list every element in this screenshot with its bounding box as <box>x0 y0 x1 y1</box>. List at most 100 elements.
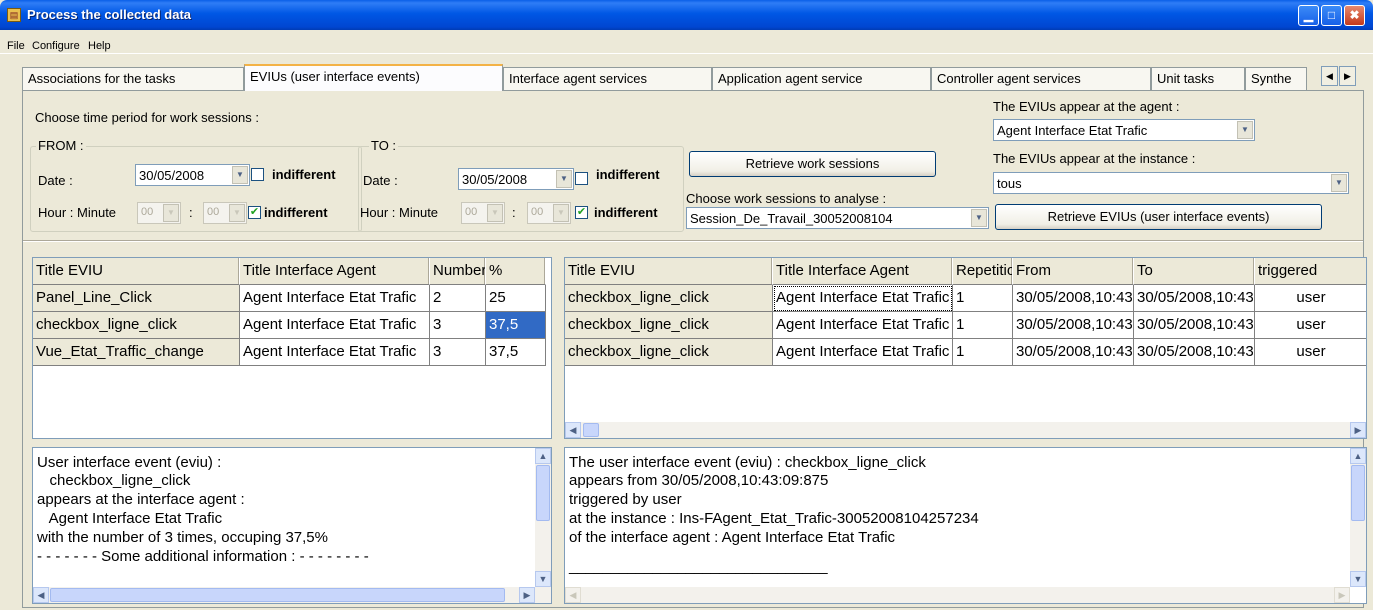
table-cell[interactable]: 3 <box>430 312 486 339</box>
column-header-to[interactable]: To <box>1134 258 1255 285</box>
table-cell[interactable]: 30/05/2008,10:43 <box>1134 339 1255 366</box>
scroll-down-icon[interactable]: ▼ <box>1350 571 1366 587</box>
scroll-left-icon[interactable]: ◀ <box>565 587 581 603</box>
table-cell[interactable]: 30/05/2008,10:43 <box>1134 312 1255 339</box>
scroll-thumb[interactable] <box>50 588 505 602</box>
tab-scroll-left-icon[interactable]: ◀ <box>1321 66 1338 86</box>
maximize-button[interactable]: □ <box>1321 5 1342 26</box>
minimize-button[interactable]: ▁ <box>1298 5 1319 26</box>
table-cell[interactable]: 1 <box>953 339 1013 366</box>
table-row-header[interactable]: checkbox_ligne_click <box>33 312 240 339</box>
table-cell[interactable]: 30/05/2008,10:43 <box>1013 312 1134 339</box>
tab-scroll-right-icon[interactable]: ▶ <box>1339 66 1356 86</box>
column-header-triggered[interactable]: triggered <box>1255 258 1366 285</box>
column-header-number[interactable]: Number <box>430 258 486 285</box>
table-cell-focused[interactable]: Agent Interface Etat Trafic <box>773 285 953 312</box>
table-cell[interactable]: 30/05/2008,10:43 <box>1013 339 1134 366</box>
table-cell[interactable]: user <box>1255 285 1366 312</box>
table-cell[interactable]: Agent Interface Etat Trafic <box>773 339 953 366</box>
evius-detail-table[interactable]: Title EVIU Title Interface Agent Repetit… <box>564 257 1367 439</box>
chevron-down-icon[interactable]: ▼ <box>163 204 179 222</box>
tab-synthesis[interactable]: Synthe <box>1245 67 1307 90</box>
column-header-repetition[interactable]: Repetition <box>953 258 1013 285</box>
tab-evius[interactable]: EVIUs (user interface events) <box>244 64 503 91</box>
eviu-detail-text[interactable]: The user interface event (eviu) : checkb… <box>564 447 1367 604</box>
column-header-title-interface-agent[interactable]: Title Interface Agent <box>240 258 430 285</box>
scroll-thumb[interactable] <box>583 423 599 437</box>
table-cell[interactable]: 3 <box>430 339 486 366</box>
scroll-left-icon[interactable]: ◀ <box>565 422 581 438</box>
to-hour-indifferent-checkbox[interactable]: ✔ <box>575 206 588 219</box>
from-minute-select[interactable]: 00 ▼ <box>203 202 247 224</box>
chevron-down-icon[interactable]: ▼ <box>1237 121 1253 139</box>
tab-controller-agent-services[interactable]: Controller agent services <box>931 67 1151 90</box>
from-date-picker[interactable]: 30/05/2008 ▼ <box>135 164 250 186</box>
scroll-right-icon[interactable]: ▶ <box>519 587 535 603</box>
instance-select[interactable]: tous ▼ <box>993 172 1349 194</box>
tab-interface-agent-services[interactable]: Interface agent services <box>503 67 712 90</box>
retrieve-work-sessions-button[interactable]: Retrieve work sessions <box>689 151 936 177</box>
table-row-header[interactable]: checkbox_ligne_click <box>565 312 773 339</box>
table-cell[interactable]: 30/05/2008,10:43 <box>1013 285 1134 312</box>
table-cell[interactable]: 30/05/2008,10:43 <box>1134 285 1255 312</box>
table-row-header[interactable]: Panel_Line_Click <box>33 285 240 312</box>
from-hour-indifferent-checkbox[interactable]: ✔ <box>248 206 261 219</box>
scroll-thumb[interactable] <box>1351 465 1365 521</box>
close-button[interactable]: ✖ <box>1344 5 1365 26</box>
to-minute-select[interactable]: 00 ▼ <box>527 202 571 224</box>
menu-file[interactable]: File <box>7 40 25 52</box>
table-row-header[interactable]: checkbox_ligne_click <box>565 339 773 366</box>
table-cell[interactable]: 25 <box>486 285 546 312</box>
tab-associations[interactable]: Associations for the tasks <box>22 67 244 90</box>
scroll-down-icon[interactable]: ▼ <box>535 571 551 587</box>
column-header-percent[interactable]: % <box>486 258 546 285</box>
to-date-picker[interactable]: 30/05/2008 ▼ <box>458 168 574 190</box>
from-hour-select[interactable]: 00 ▼ <box>137 202 181 224</box>
table-cell[interactable]: user <box>1255 312 1366 339</box>
column-header-from[interactable]: From <box>1013 258 1134 285</box>
table-row-header[interactable]: checkbox_ligne_click <box>565 285 773 312</box>
agent-select[interactable]: Agent Interface Etat Trafic ▼ <box>993 119 1255 141</box>
menu-configure[interactable]: Configure <box>32 40 80 52</box>
chevron-down-icon[interactable]: ▼ <box>229 204 245 222</box>
table-cell[interactable]: 37,5 <box>486 339 546 366</box>
retrieve-evius-button[interactable]: Retrieve EVIUs (user interface events) <box>995 204 1322 230</box>
eviu-summary-text[interactable]: User interface event (eviu) : checkbox_l… <box>32 447 552 604</box>
horizontal-scrollbar[interactable] <box>565 422 1366 438</box>
tab-application-agent-service[interactable]: Application agent service <box>712 67 931 90</box>
table-cell[interactable]: 1 <box>953 312 1013 339</box>
work-session-value: Session_De_Travail_30052008104 <box>690 211 893 226</box>
table-cell[interactable]: Agent Interface Etat Trafic <box>240 339 430 366</box>
scroll-left-icon[interactable]: ◀ <box>33 587 49 603</box>
scroll-up-icon[interactable]: ▲ <box>535 448 551 464</box>
to-date-indifferent-checkbox[interactable] <box>575 172 588 185</box>
chevron-down-icon[interactable]: ▼ <box>232 166 248 184</box>
column-header-title-eviu[interactable]: Title EVIU <box>33 258 240 285</box>
table-cell[interactable]: Agent Interface Etat Trafic <box>240 285 430 312</box>
chevron-down-icon[interactable]: ▼ <box>556 170 572 188</box>
to-hour-select[interactable]: 00 ▼ <box>461 202 505 224</box>
chevron-down-icon[interactable]: ▼ <box>487 204 503 222</box>
column-header-title-eviu[interactable]: Title EVIU <box>565 258 773 285</box>
horizontal-scrollbar[interactable] <box>565 587 1350 603</box>
from-date-indifferent-checkbox[interactable] <box>251 168 264 181</box>
tab-unit-tasks[interactable]: Unit tasks <box>1151 67 1245 90</box>
table-row-header[interactable]: Vue_Etat_Traffic_change <box>33 339 240 366</box>
scroll-up-icon[interactable]: ▲ <box>1350 448 1366 464</box>
chevron-down-icon[interactable]: ▼ <box>1331 174 1347 192</box>
scroll-thumb[interactable] <box>536 465 550 521</box>
table-cell[interactable]: Agent Interface Etat Trafic <box>773 312 953 339</box>
table-cell[interactable]: 1 <box>953 285 1013 312</box>
table-cell[interactable]: 2 <box>430 285 486 312</box>
scroll-right-icon[interactable]: ▶ <box>1350 422 1366 438</box>
table-cell-selected[interactable]: 37,5 <box>486 312 546 339</box>
menu-help[interactable]: Help <box>88 40 111 52</box>
evius-summary-table[interactable]: Title EVIU Title Interface Agent Number … <box>32 257 552 439</box>
chevron-down-icon[interactable]: ▼ <box>553 204 569 222</box>
table-cell[interactable]: Agent Interface Etat Trafic <box>240 312 430 339</box>
column-header-title-interface-agent[interactable]: Title Interface Agent <box>773 258 953 285</box>
table-cell[interactable]: user <box>1255 339 1366 366</box>
chevron-down-icon[interactable]: ▼ <box>971 209 987 227</box>
scroll-right-icon[interactable]: ▶ <box>1334 587 1350 603</box>
work-session-select[interactable]: Session_De_Travail_30052008104 ▼ <box>686 207 989 229</box>
